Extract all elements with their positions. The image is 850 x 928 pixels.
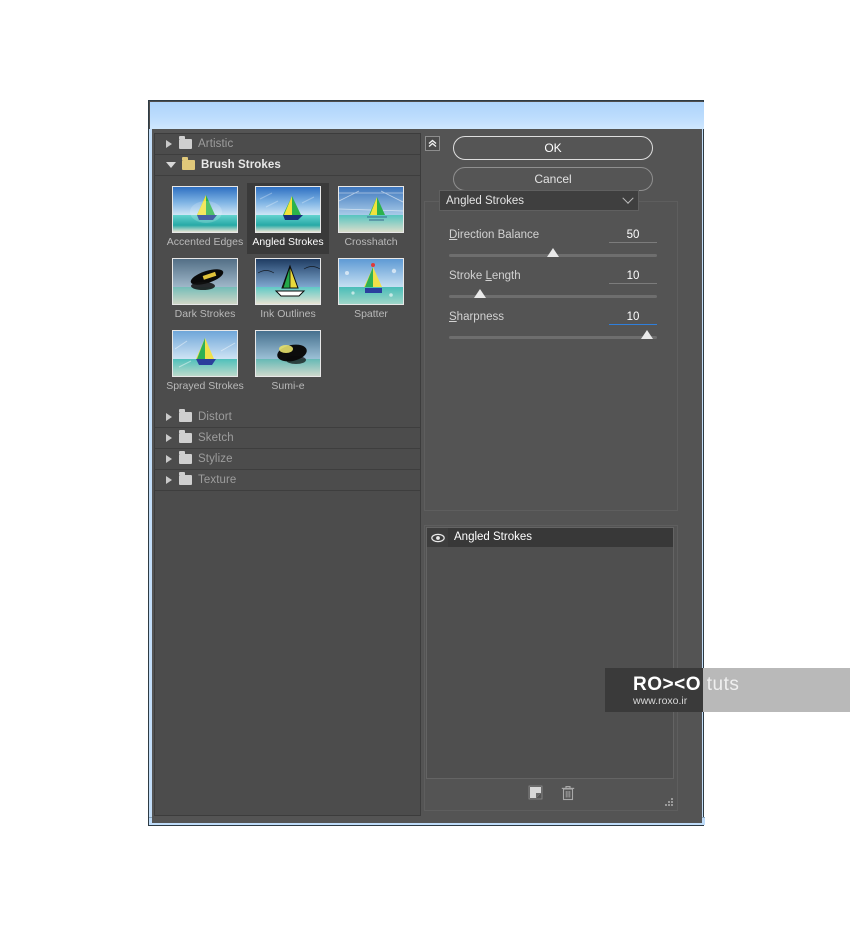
category-label: Texture: [198, 474, 237, 486]
folder-icon: [179, 451, 192, 464]
slider-value[interactable]: 50: [609, 229, 657, 243]
filter-label: Ink Outlines: [260, 308, 316, 320]
layer-visibility-toggle[interactable]: [427, 528, 448, 547]
chevron-right-icon: [166, 434, 172, 442]
slider-track[interactable]: [449, 289, 657, 298]
window-body: Artistic Brush Strokes Accented Edges An…: [152, 129, 702, 823]
category-label: Sketch: [198, 432, 234, 444]
folder-icon: [179, 136, 192, 149]
filter-thumbnail: [255, 258, 321, 305]
filter-select-dropdown[interactable]: Angled Strokes: [439, 190, 639, 211]
effect-layer-list: Angled Strokes: [426, 527, 674, 779]
filter-label: Angled Strokes: [252, 236, 324, 248]
filter-thumbnail: [338, 258, 404, 305]
slider-direction-balance: Direction Balance 50: [449, 229, 657, 257]
filter-label: Sumi-e: [271, 380, 305, 392]
filter-cell-accented-edges[interactable]: Accented Edges: [164, 183, 246, 254]
slider-label: Sharpness: [449, 311, 504, 323]
cancel-label: Cancel: [534, 172, 572, 186]
filter-label: Crosshatch: [344, 236, 398, 248]
slider-thumb[interactable]: [640, 330, 653, 339]
folder-icon: [179, 472, 192, 485]
chevron-right-icon: [166, 413, 172, 421]
filter-cell-ink-outlines[interactable]: Ink Outlines: [247, 255, 329, 326]
slider-thumb[interactable]: [474, 289, 487, 298]
filter-select-value: Angled Strokes: [446, 194, 524, 207]
filter-label: Dark Strokes: [174, 308, 236, 320]
category-label: Stylize: [198, 453, 233, 465]
eye-icon: [430, 533, 445, 542]
filter-thumbnail: [172, 330, 238, 377]
filter-thumbnail: [255, 186, 321, 233]
filter-thumbnail: [172, 186, 238, 233]
watermark: RO><O tuts www.roxo.ir: [605, 668, 850, 712]
watermark-brand-bold: RO><O: [633, 673, 701, 695]
filter-cell-dark-strokes[interactable]: Dark Strokes: [164, 255, 246, 326]
window-titlebar[interactable]: [150, 102, 704, 129]
category-row-distort[interactable]: Distort: [155, 407, 420, 428]
category-row-texture[interactable]: Texture: [155, 470, 420, 491]
category-label: Brush Strokes: [201, 159, 281, 171]
watermark-url: www.roxo.ir: [633, 694, 688, 707]
slider-label: Stroke Length: [449, 270, 521, 282]
filter-settings-box: Angled Strokes Direction Balance 50 Stro…: [424, 190, 678, 511]
filter-label: Spatter: [354, 308, 388, 320]
slider-value[interactable]: 10: [609, 311, 657, 325]
chevron-down-icon: [166, 162, 176, 168]
resize-grip-icon[interactable]: [665, 798, 674, 807]
ok-label: OK: [544, 141, 562, 155]
folder-open-icon: [182, 157, 195, 170]
category-label: Artistic: [198, 138, 234, 150]
slider-track[interactable]: [449, 330, 657, 339]
folder-icon: [179, 430, 192, 443]
new-effect-layer-icon[interactable]: [528, 785, 543, 805]
filter-browser-panel: Artistic Brush Strokes Accented Edges An…: [154, 133, 421, 816]
effect-layer-row[interactable]: Angled Strokes: [427, 528, 673, 547]
slider-stroke-length: Stroke Length 10: [449, 270, 657, 298]
slider-value[interactable]: 10: [609, 270, 657, 284]
filter-thumbnail-grid: Accented Edges Angled Strokes Crosshatch…: [155, 176, 413, 407]
filter-settings-column: OK Cancel Angled Strokes Direction Balan…: [424, 133, 699, 816]
filter-cell-angled-strokes[interactable]: Angled Strokes: [247, 183, 329, 254]
chevron-down-icon: [622, 192, 634, 204]
slider-label: Direction Balance: [449, 229, 540, 241]
filter-gallery-window: Artistic Brush Strokes Accented Edges An…: [148, 100, 705, 826]
ok-button[interactable]: OK: [453, 136, 653, 160]
filter-thumbnail: [338, 186, 404, 233]
filter-thumbnail: [255, 330, 321, 377]
effect-layer-name: Angled Strokes: [448, 528, 673, 547]
slider-sharpness: Sharpness 10: [449, 311, 657, 339]
filter-cell-spatter[interactable]: Spatter: [330, 255, 412, 326]
collapse-panel-button[interactable]: [425, 136, 440, 151]
filter-cell-sumi-e[interactable]: Sumi-e: [247, 327, 329, 398]
chevron-right-icon: [166, 140, 172, 148]
folder-icon: [179, 409, 192, 422]
category-row-brush-strokes[interactable]: Brush Strokes: [155, 155, 420, 176]
slider-track[interactable]: [449, 248, 657, 257]
filter-label: Accented Edges: [166, 236, 244, 248]
screenshot-root: Artistic Brush Strokes Accented Edges An…: [0, 0, 850, 928]
effect-layer-toolbar: [425, 782, 677, 808]
chevron-right-icon: [166, 476, 172, 484]
cancel-button[interactable]: Cancel: [453, 167, 653, 191]
category-row-sketch[interactable]: Sketch: [155, 428, 420, 449]
category-row-artistic[interactable]: Artistic: [155, 134, 420, 155]
category-label: Distort: [198, 411, 232, 423]
watermark-brand-light: tuts: [700, 673, 740, 695]
filter-label: Sprayed Strokes: [166, 380, 244, 392]
category-row-stylize[interactable]: Stylize: [155, 449, 420, 470]
watermark-brand: RO><O tuts: [633, 674, 739, 696]
filter-cell-sprayed-strokes[interactable]: Sprayed Strokes: [164, 327, 246, 398]
double-chevron-up-icon: [428, 139, 437, 148]
filter-cell-crosshatch[interactable]: Crosshatch: [330, 183, 412, 254]
slider-thumb[interactable]: [547, 248, 559, 257]
filter-thumbnail: [172, 258, 238, 305]
delete-effect-layer-icon[interactable]: [561, 785, 575, 806]
chevron-right-icon: [166, 455, 172, 463]
